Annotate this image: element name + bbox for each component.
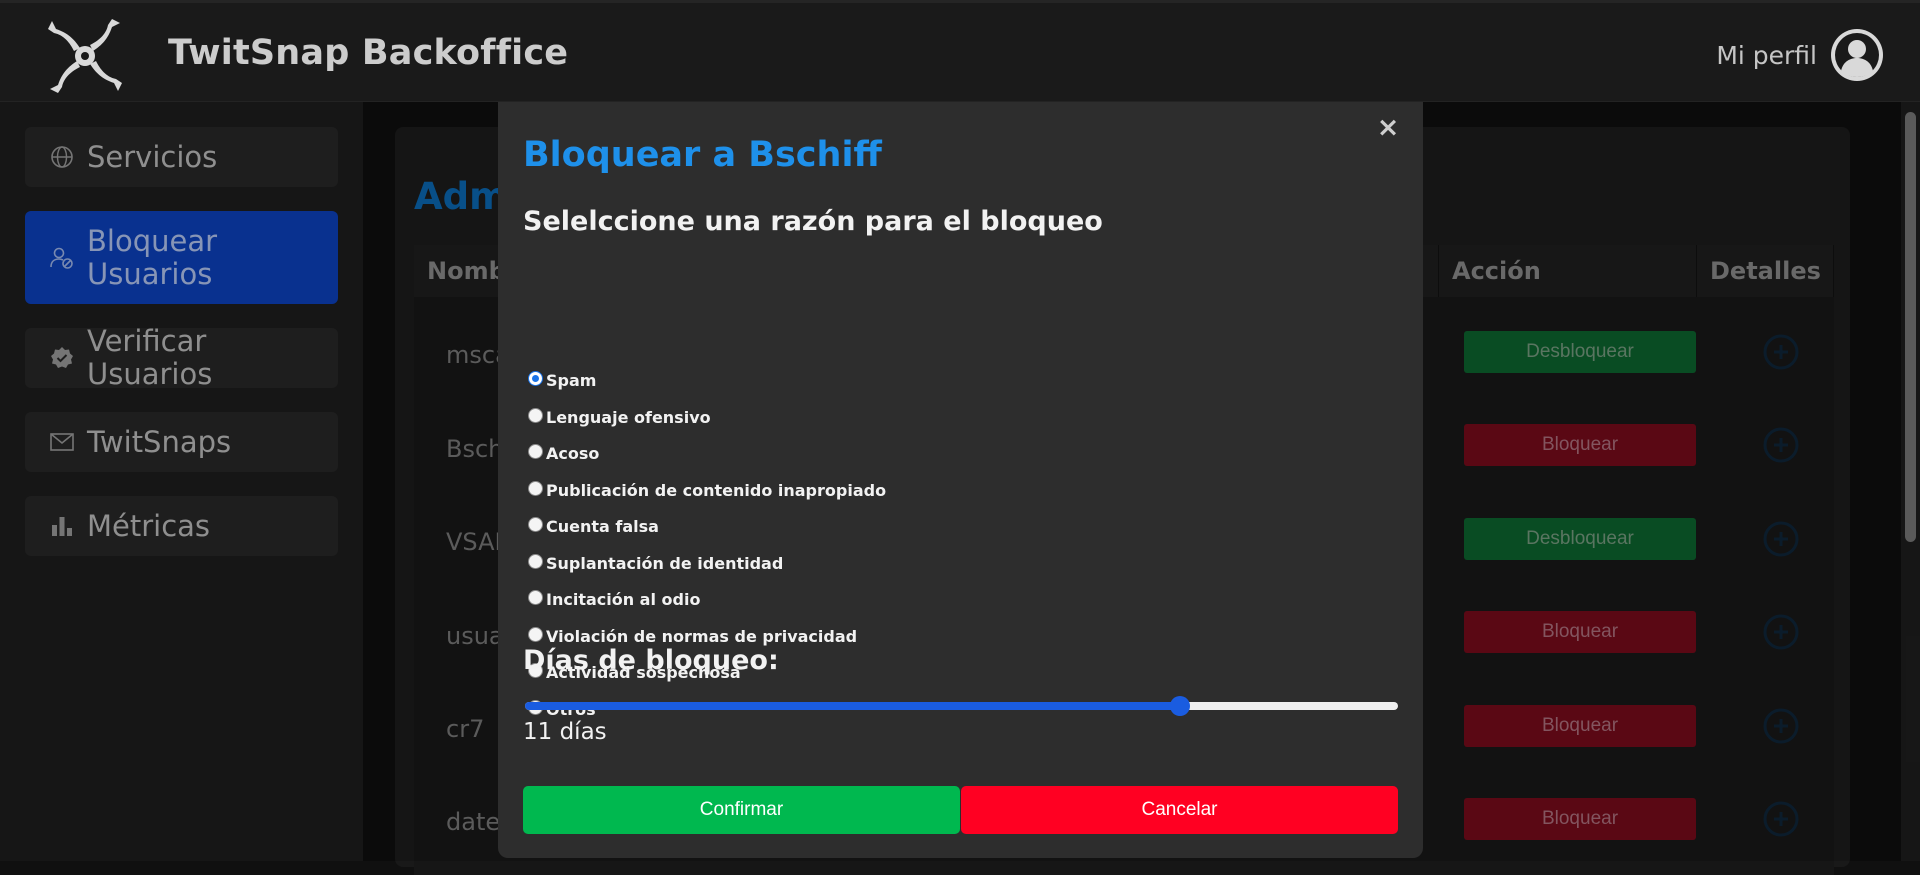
reason-label: Cuenta falsa — [546, 516, 659, 536]
radio-button[interactable] — [528, 516, 543, 532]
reason-option-lenguaje-ofensivo[interactable]: Lenguaje ofensivo — [528, 407, 711, 427]
reason-label: Spam — [546, 370, 597, 390]
reason-prompt: Selelccione una razón para el bloqueo — [523, 206, 1103, 237]
reason-option-contenido-inapropiado[interactable]: Publicación de contenido inapropiado — [528, 480, 886, 500]
reason-label: Acoso — [546, 443, 600, 463]
reason-option-violacion-privacidad[interactable]: Violación de normas de privacidad — [528, 626, 857, 646]
reason-option-incitacion-odio[interactable]: Incitación al odio — [528, 589, 700, 609]
confirm-button[interactable]: Confirmar — [523, 786, 960, 834]
radio-button[interactable] — [528, 480, 543, 496]
reason-option-cuenta-falsa[interactable]: Cuenta falsa — [528, 516, 659, 536]
radio-button[interactable] — [528, 407, 543, 423]
reason-label: Incitación al odio — [546, 589, 701, 609]
modal-title: Bloquear a Bschiff — [523, 135, 882, 175]
cancel-button[interactable]: Cancelar — [961, 786, 1398, 834]
radio-button[interactable] — [528, 370, 543, 386]
block-user-modal: × Bloquear a Bschiff Selelccione una raz… — [498, 102, 1423, 858]
reason-option-acoso[interactable]: Acoso — [528, 443, 599, 463]
reason-label: Lenguaje ofensivo — [546, 407, 711, 427]
reason-option-spam[interactable]: Spam — [528, 370, 596, 390]
days-title: Días de bloqueo: — [523, 645, 779, 676]
close-button[interactable]: × — [1376, 114, 1400, 141]
reason-label: Publicación de contenido inapropiado — [546, 480, 887, 500]
block-days-slider[interactable] — [525, 696, 1398, 716]
reason-label: Violación de normas de privacidad — [546, 626, 858, 646]
radio-button[interactable] — [528, 443, 543, 459]
reason-label: Suplantación de identidad — [546, 553, 784, 573]
radio-button[interactable] — [528, 589, 543, 605]
slider-fill — [525, 702, 1180, 710]
slider-thumb[interactable] — [1169, 696, 1190, 716]
radio-button[interactable] — [528, 626, 543, 642]
days-value: 11 días — [523, 719, 607, 745]
radio-button[interactable] — [528, 553, 543, 569]
reason-option-suplantacion[interactable]: Suplantación de identidad — [528, 553, 783, 573]
